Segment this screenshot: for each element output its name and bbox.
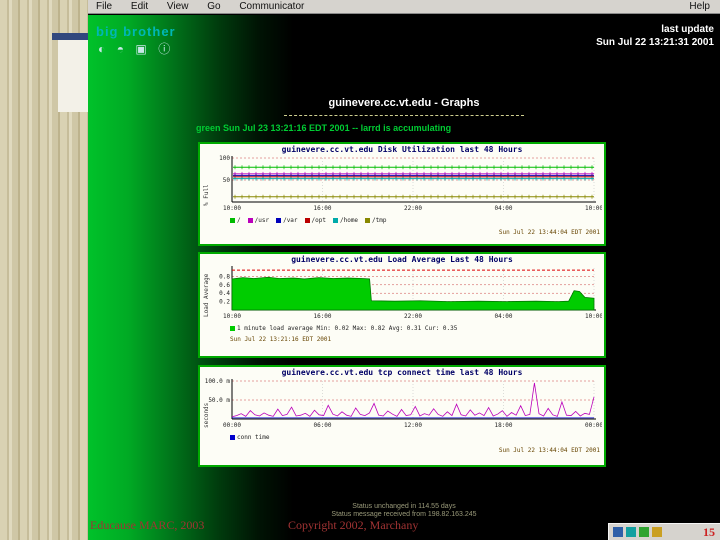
svg-text:10:00: 10:00 bbox=[223, 205, 241, 212]
info-icon[interactable]: ⓘ bbox=[158, 42, 170, 56]
tray-icon-4[interactable] bbox=[652, 527, 662, 537]
svg-text:04:00: 04:00 bbox=[494, 205, 512, 212]
svg-text:22:00: 22:00 bbox=[404, 205, 422, 212]
tcp-connect-panel: guinevere.cc.vt.edu tcp connect time las… bbox=[198, 365, 606, 467]
chart-title: guinevere.cc.vt.edu Disk Utilization las… bbox=[281, 145, 523, 154]
menu-edit[interactable]: Edit bbox=[123, 0, 156, 14]
big-brother-logo: big brother bbox=[96, 24, 176, 39]
svg-text:12:00: 12:00 bbox=[404, 422, 422, 429]
yin-yang-icon[interactable]: ◐ bbox=[98, 42, 105, 56]
svg-text:18:00: 18:00 bbox=[494, 422, 512, 429]
chart-timestamp: Sun Jul 22 13:44:04 EDT 2001 bbox=[498, 229, 600, 236]
menu-help[interactable]: Help bbox=[679, 0, 720, 14]
chart-timestamp: Sun Jul 22 13:44:04 EDT 2001 bbox=[498, 447, 600, 454]
title-divider bbox=[284, 115, 524, 116]
svg-text:0.8: 0.8 bbox=[219, 273, 230, 280]
svg-text:06:00: 06:00 bbox=[313, 422, 331, 429]
chart-timestamp: Sun Jul 22 13:21:16 EDT 2001 bbox=[230, 336, 332, 343]
big-brother-toolbar: ◐ ◓ ▣ ⓘ bbox=[98, 40, 177, 58]
browser-screenshot: File Edit View Go Communicator Help big … bbox=[88, 0, 720, 540]
disk-utilization-plot: 10:00 16:00 22:00 04:00 10:00 100 50 bbox=[202, 155, 603, 213]
slide-page-number: 15 bbox=[703, 524, 715, 539]
big-brother-page: big brother ◐ ◓ ▣ ⓘ last update Sun Jul … bbox=[88, 15, 720, 540]
last-update-label: last update bbox=[661, 24, 714, 35]
page-title: guinevere.cc.vt.edu - Graphs bbox=[328, 97, 480, 109]
chart-legend: conn time bbox=[230, 434, 600, 441]
tray-icon-2[interactable] bbox=[626, 527, 636, 537]
menu-go[interactable]: Go bbox=[199, 0, 228, 14]
slide-margin-highlight bbox=[58, 40, 88, 112]
svg-text:04:00: 04:00 bbox=[494, 313, 512, 320]
history-icon[interactable]: ▣ bbox=[135, 42, 146, 56]
svg-text:50.0 m: 50.0 m bbox=[208, 397, 230, 404]
disk-utilization-panel: guinevere.cc.vt.edu Disk Utilization las… bbox=[198, 142, 606, 246]
svg-text:100: 100 bbox=[219, 155, 230, 162]
svg-text:16:00: 16:00 bbox=[313, 205, 331, 212]
load-average-panel: guinevere.cc.vt.edu Load Average Last 48… bbox=[198, 252, 606, 358]
chart-title: guinevere.cc.vt.edu tcp connect time las… bbox=[281, 368, 523, 377]
last-update-block: last update Sun Jul 22 13:21:31 2001 bbox=[596, 23, 714, 49]
svg-text:22:00: 22:00 bbox=[404, 313, 422, 320]
last-update-time: Sun Jul 22 13:21:31 2001 bbox=[596, 37, 714, 48]
taskbar-fragment: 15 bbox=[608, 523, 720, 540]
svg-text:10:00: 10:00 bbox=[223, 313, 241, 320]
chart-legend: //usr/var/opt/home/tmp bbox=[230, 217, 600, 224]
menu-bar: File Edit View Go Communicator Help bbox=[88, 0, 720, 14]
tray-icon-3[interactable] bbox=[639, 527, 649, 537]
menu-view[interactable]: View bbox=[159, 0, 197, 14]
svg-text:10:00: 10:00 bbox=[585, 313, 602, 320]
tcp-connect-plot: 00:00 06:00 12:00 18:00 00:00 100.0 m 50.0 m bbox=[202, 378, 604, 430]
menu-communicator[interactable]: Communicator bbox=[231, 0, 312, 14]
footer-conference: Educause MARC, 2003 bbox=[90, 518, 205, 532]
chart-legend: 1 minute load average Min: 0.02 Max: 0.8… bbox=[230, 325, 600, 332]
svg-text:0.4: 0.4 bbox=[219, 290, 230, 297]
svg-text:100.0 m: 100.0 m bbox=[205, 378, 231, 385]
status-unchanged-text: Status unchanged in 114.55 days bbox=[352, 503, 456, 510]
svg-text:00:00: 00:00 bbox=[585, 422, 602, 429]
presentation-slide: File Edit View Go Communicator Help big … bbox=[0, 0, 720, 540]
load-average-plot: 10:00 16:00 22:00 04:00 10:00 0.8 0.6 0.4 0.2 bbox=[202, 265, 603, 321]
svg-text:00:00: 00:00 bbox=[223, 422, 241, 429]
svg-text:16:00: 16:00 bbox=[313, 313, 331, 320]
status-received-text: Status message received from 198.82.163.… bbox=[331, 511, 477, 518]
svg-text:50: 50 bbox=[223, 177, 231, 184]
svg-text:0.2: 0.2 bbox=[219, 299, 230, 306]
svg-text:10:00: 10:00 bbox=[585, 205, 602, 212]
chart-title: guinevere.cc.vt.edu Load Average Last 48… bbox=[291, 255, 513, 264]
tray-icon-1[interactable] bbox=[613, 527, 623, 537]
larrd-status-line: green Sun Jul 23 13:21:16 EDT 2001 -- la… bbox=[196, 123, 452, 133]
menu-file[interactable]: File bbox=[88, 0, 120, 14]
svg-text:0.6: 0.6 bbox=[219, 282, 230, 289]
refresh-icon[interactable]: ◓ bbox=[117, 42, 124, 56]
footer-copyright: Copyright 2002, Marchany bbox=[288, 518, 419, 532]
